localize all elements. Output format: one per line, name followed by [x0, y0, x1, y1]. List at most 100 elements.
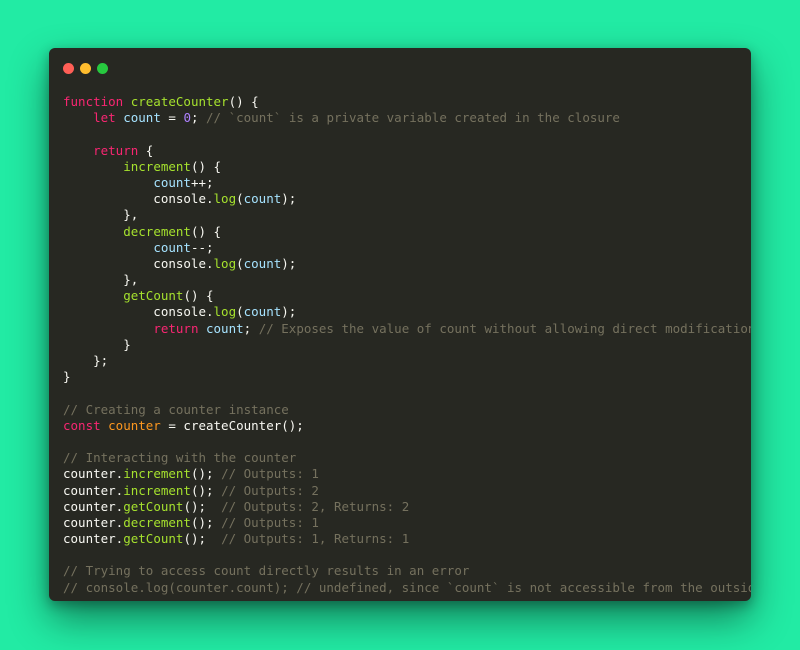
code-token: console. — [63, 255, 214, 271]
code-line: }; — [63, 353, 751, 369]
code-line: }, — [63, 207, 751, 223]
code-token: log — [213, 304, 237, 320]
code-line: // console.log(counter.count); // undefi… — [63, 580, 751, 596]
code-token: // Exposes the value of count without al… — [258, 320, 751, 336]
code-line: console.log(count); — [63, 304, 751, 320]
code-token: // Outputs: 2 — [221, 482, 319, 498]
code-line: counter.decrement(); // Outputs: 1 — [63, 515, 751, 531]
code-window: function createCounter() { let count = 0… — [49, 48, 751, 601]
close-dot[interactable] — [63, 63, 74, 74]
code-line: function createCounter() { — [63, 94, 751, 110]
code-line: counter.increment(); // Outputs: 2 — [63, 483, 751, 499]
code-token: // Outputs: 2, Returns: 2 — [221, 498, 410, 514]
code-line: let count = 0; // `count` is a private v… — [63, 110, 751, 126]
code-line: counter.getCount(); // Outputs: 2, Retur… — [63, 499, 751, 515]
code-line: } — [63, 337, 751, 353]
code-line: count--; — [63, 240, 751, 256]
code-token: // `count` is a private variable created… — [206, 110, 620, 126]
code-token: // Creating a counter instance — [63, 401, 289, 417]
code-token: counter — [108, 417, 161, 433]
code-token: console. — [63, 304, 214, 320]
code-token: } — [63, 336, 131, 352]
code-token: // console.log(counter.count); // undefi… — [63, 579, 751, 595]
code-token: count — [153, 239, 191, 255]
code-token: }, — [63, 207, 139, 223]
code-block: function createCounter() { let count = 0… — [63, 94, 751, 596]
code-token: count — [123, 110, 161, 126]
code-line: // Creating a counter instance — [63, 402, 751, 418]
code-token: } — [63, 369, 71, 385]
code-token: decrement — [123, 514, 191, 530]
code-line: console.log(count); — [63, 256, 751, 272]
minimize-dot[interactable] — [80, 63, 91, 74]
code-token: ; — [190, 110, 207, 126]
code-token: ( — [236, 304, 244, 320]
window-controls — [63, 63, 108, 75]
code-token: increment — [123, 482, 191, 498]
code-token: counter. — [63, 482, 124, 498]
code-token: count — [206, 320, 244, 336]
code-token: counter. — [63, 514, 124, 530]
code-token: }; — [63, 353, 109, 368]
code-token: getCount — [123, 531, 184, 547]
code-token: // Outputs: 1, Returns: 1 — [221, 531, 410, 547]
code-token: ( — [236, 191, 244, 207]
code-line: return { — [63, 143, 751, 159]
code-token: 0 — [183, 110, 191, 126]
code-token: (); — [190, 482, 222, 498]
code-token: ); — [281, 255, 297, 271]
code-line: counter.increment(); // Outputs: 1 — [63, 466, 751, 482]
code-line: const counter = createCounter(); — [63, 418, 751, 434]
code-token: --; — [190, 239, 214, 255]
code-token: decrement — [123, 223, 191, 239]
code-line: increment() { — [63, 159, 751, 175]
code-token: ; — [243, 320, 259, 336]
code-token: count — [153, 174, 191, 190]
code-line: } — [63, 369, 751, 385]
code-token: // Trying to access count directly resul… — [63, 563, 470, 579]
maximize-dot[interactable] — [97, 63, 108, 74]
code-token: log — [213, 191, 237, 207]
code-token: // Interacting with the counter — [63, 450, 297, 466]
code-line: console.log(count); — [63, 191, 751, 207]
code-token: count — [243, 191, 282, 207]
code-line: }, — [63, 272, 751, 288]
code-token: count — [243, 255, 282, 271]
code-token: { — [138, 142, 154, 158]
code-line: getCount() { — [63, 288, 751, 304]
code-token: counter. — [63, 531, 124, 547]
code-token: () { — [190, 223, 222, 239]
code-token: getCount — [123, 498, 184, 514]
code-token: }, — [63, 272, 139, 288]
code-token: count — [243, 304, 282, 320]
code-token: console. — [63, 191, 214, 207]
code-token: ); — [281, 191, 297, 207]
code-token: counter. — [63, 466, 124, 482]
code-line: decrement() { — [63, 224, 751, 240]
code-token: return — [153, 320, 206, 336]
code-token: () { — [228, 94, 259, 109]
code-token: (); — [190, 466, 222, 482]
code-line: counter.getCount(); // Outputs: 1, Retur… — [63, 531, 751, 547]
code-token: getCount — [123, 288, 184, 304]
code-line: return count; // Exposes the value of co… — [63, 321, 751, 337]
code-line: // Interacting with the counter — [63, 450, 751, 466]
code-token: () { — [190, 158, 222, 174]
code-token: let — [93, 110, 124, 126]
code-token: (); — [183, 498, 222, 514]
code-token: (); — [183, 531, 222, 547]
code-token: (); — [190, 514, 222, 530]
code-token: // Outputs: 1 — [221, 514, 319, 530]
code-token: ++; — [190, 174, 214, 190]
